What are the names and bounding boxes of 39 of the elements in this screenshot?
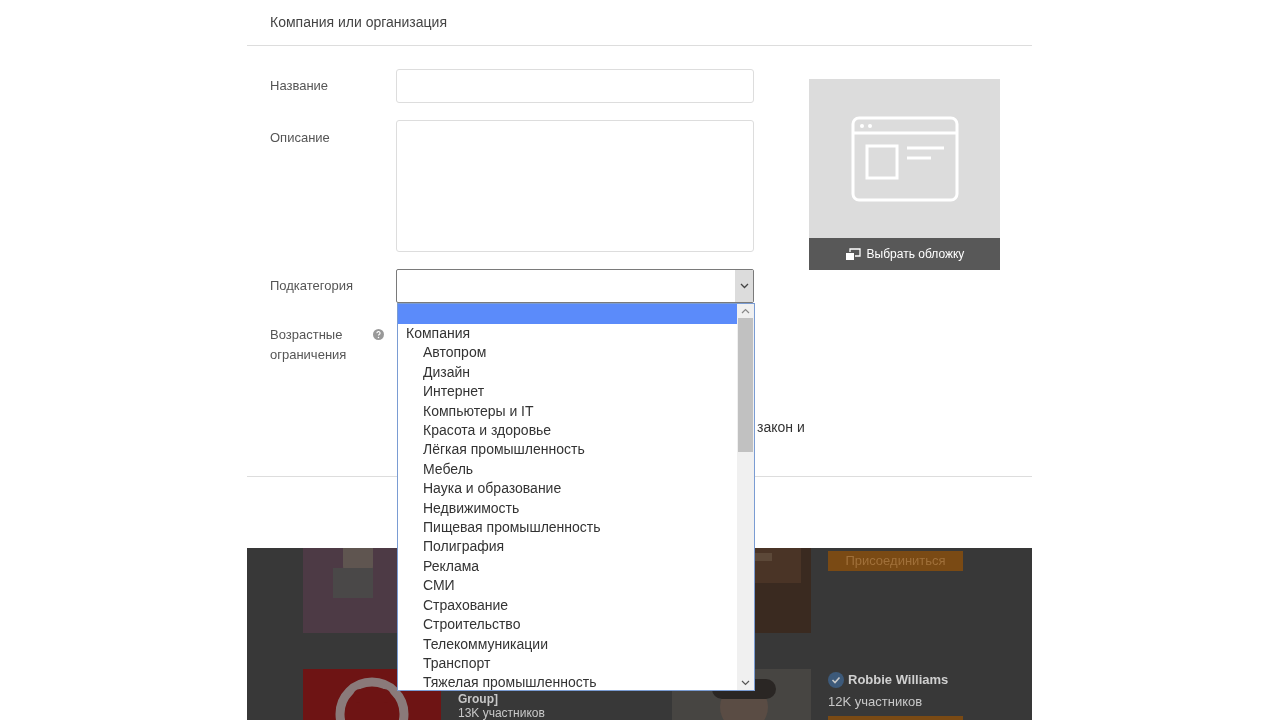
dropdown-option[interactable]: Лёгкая промышленность [398,440,737,460]
field-label: Название [270,77,330,95]
field-label: Возрастные ограничения [270,326,348,364]
chevron-down-icon [739,283,749,289]
dropdown-option[interactable]: Автопром [398,343,737,363]
window-title: Компания или организация [270,13,447,32]
agreement-text: закон и [757,418,805,437]
dropdown-option[interactable]: Телекоммуникации [398,634,737,654]
dropdown-option[interactable]: Мебель [398,459,737,480]
name-field[interactable] [396,69,754,103]
dropdown-option[interactable]: СМИ [398,576,737,596]
field-label: Подкатегория [270,277,350,295]
dropdown-option[interactable]: Строительство [398,615,737,635]
dropdown-option[interactable]: Реклама [398,556,737,577]
dropdown-option[interactable]: Полиграфия [398,537,737,557]
webpage-icon [850,115,959,202]
dropdown-option[interactable]: Интернет [398,382,737,402]
scrollbar[interactable] [737,304,754,690]
dropdown-option[interactable]: Пищевая промышленность [398,518,737,538]
dropdown-option[interactable]: Наука и образование [398,479,737,499]
subcategory-select[interactable] [396,269,754,303]
choose-cover-button[interactable]: Выбрать обложку [809,238,1000,270]
image-swap-icon [844,247,861,261]
dropdown-option[interactable]: Страхование [398,595,737,616]
help-icon[interactable] [373,329,384,340]
option-group-label: Компания [405,324,472,343]
description-field[interactable] [396,120,754,252]
dropdown-option[interactable]: Транспорт [398,653,737,674]
check-badge-icon [828,672,844,688]
member-count: 12K участников [828,693,924,711]
dropdown-option[interactable]: Недвижимость [398,498,737,519]
field-label: Описание [270,129,331,147]
member-count: 13K участников [458,706,545,720]
dropdown-option[interactable]: Дизайн [398,362,737,383]
group-name[interactable]: Robbie Williams [848,670,949,690]
dropdown-option[interactable]: Тяжелая промышленность [398,673,737,693]
dropdown-option[interactable]: Компьютеры и IT [398,401,737,422]
dropdown-option[interactable]: Красота и здоровье [398,421,737,441]
group-name[interactable]: Group] [458,692,545,706]
